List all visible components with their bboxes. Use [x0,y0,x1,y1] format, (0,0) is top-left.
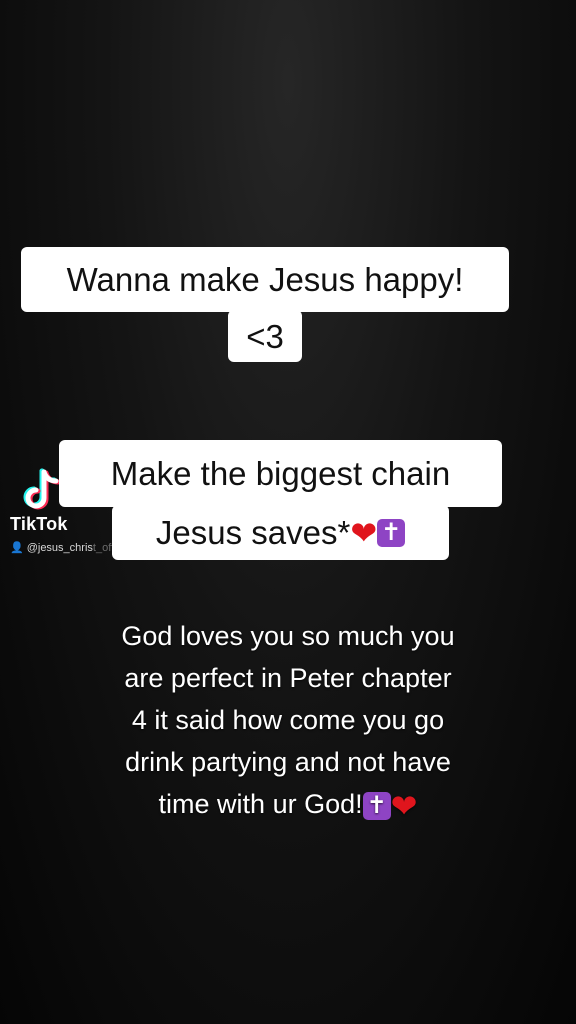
latin-cross-icon: ✝ [377,518,406,547]
heart-icon: ❤ [350,514,378,551]
message-text: God loves you so much you are perfect in… [0,615,576,825]
caption-line-wanna-make-jesus-happy: Wanna make Jesus happy! [21,247,509,312]
caption-line-heart-symbol: <3 [228,310,302,362]
tiktok-note-icon [22,468,62,512]
latin-cross-icon: ✝ [362,791,391,820]
message-line: God loves you so much you [121,621,455,651]
caption-line-make-the-biggest-chain: Make the biggest chain [59,440,502,507]
jesus-saves-text: Jesus saves* [155,514,351,551]
heart-icon: ❤ [390,787,418,824]
username-visible: @jesus_chris [26,542,93,554]
message-line: drink partying and not have [125,747,451,777]
message-line: are perfect in Peter chapter [124,663,452,693]
caption-line-jesus-saves: Jesus saves* ❤ ✝ [112,505,449,560]
tiktok-wordmark: TikTok [10,514,68,534]
person-icon: 👤 [10,542,24,554]
message-line-text: time with ur God! [158,789,363,819]
message-line: 4 it said how come you go [131,705,445,735]
message-line: time with ur God! ✝ ❤ [0,783,576,825]
